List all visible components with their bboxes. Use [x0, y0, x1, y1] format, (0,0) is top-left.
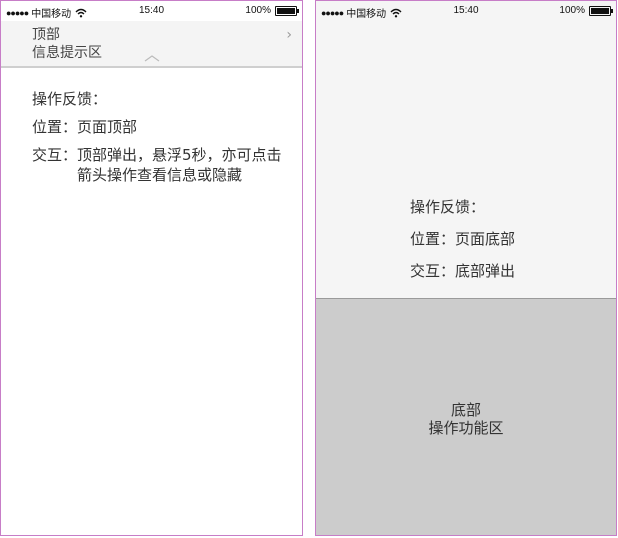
position-row: 位置： 页面顶部 — [32, 117, 287, 137]
position-row: 位置： 页面底部 — [410, 229, 610, 249]
battery-status: 100% — [245, 5, 299, 16]
phone-screen-bottom-action: ●●●●● 中国移动 15:40 100% 操作反馈： 位置： 页面底部 交互：… — [315, 0, 617, 536]
battery-percent: 100% — [245, 5, 271, 16]
feedback-title: 操作反馈： — [410, 198, 486, 216]
feedback-title: 操作反馈： — [32, 90, 108, 108]
banner-title: 顶部 — [32, 27, 60, 43]
feedback-title-row: 操作反馈： — [32, 89, 287, 109]
chevron-right-icon[interactable]: › — [286, 27, 292, 43]
bottom-action-area[interactable]: 底部 操作功能区 — [316, 298, 616, 535]
top-notice-banner[interactable]: 顶部 信息提示区 › — [1, 21, 302, 68]
position-value: 页面底部 — [455, 230, 516, 248]
phone-screen-top-notice: ●●●●● 中国移动 15:40 100% 顶部 信息提示区 › 操作反馈： 位… — [0, 0, 303, 536]
battery-percent: 100% — [559, 5, 585, 16]
interaction-value: 底部弹出 — [455, 262, 516, 280]
banner-subtitle: 信息提示区 — [32, 45, 102, 61]
battery-icon — [275, 5, 299, 16]
status-bar: ●●●●● 中国移动 15:40 100% — [316, 1, 616, 21]
battery-icon — [589, 5, 613, 16]
feedback-description: 操作反馈： 位置： 页面底部 交互： 底部弹出 — [410, 197, 610, 289]
feedback-title-row: 操作反馈： — [410, 197, 610, 217]
interaction-value: 顶部弹出，悬浮5秒，亦可点击箭头操作查看信息或隐藏 — [77, 146, 282, 184]
position-value: 页面顶部 — [77, 118, 138, 136]
status-bar: ●●●●● 中国移动 15:40 100% — [1, 1, 302, 21]
bottom-subtitle: 操作功能区 — [428, 419, 504, 437]
chevron-up-icon[interactable] — [144, 53, 160, 63]
position-label: 位置： — [32, 118, 78, 136]
battery-status: 100% — [559, 5, 613, 16]
interaction-row: 交互： 底部弹出 — [410, 261, 610, 281]
position-label: 位置： — [410, 230, 456, 248]
feedback-description: 操作反馈： 位置： 页面顶部 交互： 顶部弹出，悬浮5秒，亦可点击箭头操作查看信… — [32, 89, 287, 193]
interaction-label: 交互： — [410, 262, 456, 280]
interaction-label: 交互： — [32, 146, 78, 164]
interaction-row: 交互： 顶部弹出，悬浮5秒，亦可点击箭头操作查看信息或隐藏 — [32, 145, 287, 185]
